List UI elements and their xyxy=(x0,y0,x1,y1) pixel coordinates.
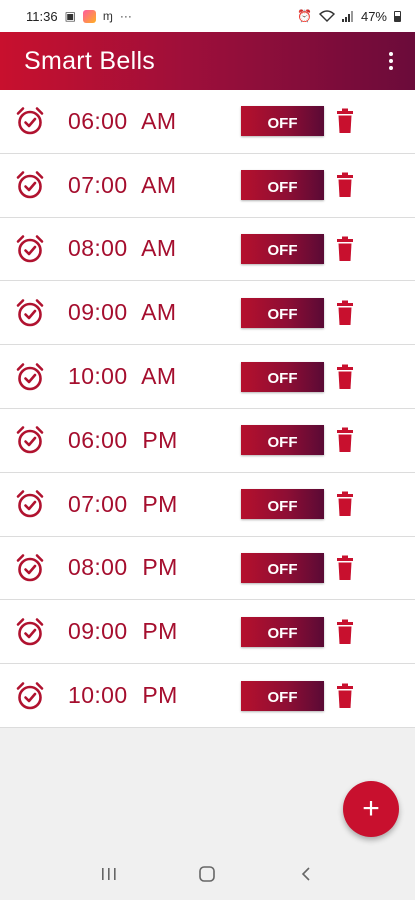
recent-apps-icon[interactable] xyxy=(89,859,129,889)
more-notifications-icon: ··· xyxy=(119,9,132,23)
alarm-toggle-button[interactable]: OFF xyxy=(241,616,324,647)
alarm-toggle-button[interactable]: OFF xyxy=(241,297,324,328)
alarm-period: AM xyxy=(141,299,177,326)
alarm-time[interactable]: 10:00 AM xyxy=(68,363,176,390)
system-nav-bar xyxy=(0,848,415,900)
alarm-period: AM xyxy=(141,363,177,390)
signal-icon xyxy=(341,10,353,22)
alarm-hour: 08:00 xyxy=(68,554,128,581)
alarm-hour: 06:00 xyxy=(68,107,128,134)
status-time: 11:36 xyxy=(26,8,58,24)
alarm-row[interactable]: 07:00 PM OFF xyxy=(0,473,415,537)
alarm-toggle-button[interactable]: OFF xyxy=(241,489,324,520)
alarm-clock-check-icon xyxy=(14,616,46,648)
alarm-hour: 07:00 xyxy=(68,490,128,517)
alarm-period: AM xyxy=(141,107,177,134)
alarm-toggle-button[interactable]: OFF xyxy=(241,425,324,456)
alarm-clock-check-icon xyxy=(14,680,46,712)
battery-percent: 47% xyxy=(360,8,387,24)
alarm-period: PM xyxy=(142,490,178,517)
app-bar: Smart Bells xyxy=(0,32,415,90)
alarm-clock-check-icon xyxy=(14,297,46,329)
alarm-toggle-button[interactable]: OFF xyxy=(241,170,324,201)
alarm-toggle-button[interactable]: OFF xyxy=(241,233,324,264)
alarm-time[interactable]: 08:00 AM xyxy=(68,235,176,262)
alarm-toggle-button[interactable]: OFF xyxy=(241,552,324,583)
app-title: Smart Bells xyxy=(24,46,156,75)
alarm-time[interactable]: 07:00 AM xyxy=(68,172,176,199)
alarm-clock-check-icon xyxy=(14,233,46,265)
alarm-clock-check-icon xyxy=(14,105,46,137)
back-icon[interactable] xyxy=(286,859,326,889)
alarm-period: PM xyxy=(142,554,178,581)
alarm-hour: 09:00 xyxy=(68,618,128,645)
alarm-clock-check-icon xyxy=(14,488,46,520)
alarm-hour: 07:00 xyxy=(68,171,128,198)
status-bar-left: 11:36 ▣ ɱ ··· xyxy=(26,9,132,24)
alarm-time[interactable]: 08:00 PM xyxy=(68,554,178,581)
alarm-list: 06:00 AM OFF 07:00 AM OFF 08:00 AM OFF 09:00 A… xyxy=(0,90,415,728)
alarm-hour: 08:00 xyxy=(68,235,128,262)
wifi-icon xyxy=(318,10,335,22)
alarm-toggle-button[interactable]: OFF xyxy=(241,106,324,137)
battery-icon xyxy=(394,10,401,22)
alarm-time[interactable]: 06:00 PM xyxy=(68,427,178,454)
status-bar-right: ⏰ 47% xyxy=(297,9,401,24)
alarm-period: AM xyxy=(141,235,177,262)
alarm-period: PM xyxy=(142,618,178,645)
alarm-row[interactable]: 06:00 PM OFF xyxy=(0,409,415,473)
alarm-time[interactable]: 10:00 PM xyxy=(68,682,178,709)
alarm-row[interactable]: 06:00 AM OFF xyxy=(0,90,415,154)
alarm-row[interactable]: 08:00 AM OFF xyxy=(0,218,415,282)
trash-icon[interactable] xyxy=(334,236,356,262)
alarm-row[interactable]: 07:00 AM OFF xyxy=(0,154,415,218)
alarm-clock-check-icon xyxy=(14,424,46,456)
alarm-row[interactable]: 08:00 PM OFF xyxy=(0,537,415,601)
alarm-row[interactable]: 09:00 AM OFF xyxy=(0,281,415,346)
trash-icon[interactable] xyxy=(334,108,356,134)
status-bar: 11:36 ▣ ɱ ··· ⏰ 47% xyxy=(0,0,415,32)
alarm-time[interactable]: 07:00 PM xyxy=(68,491,178,518)
alarm-hour: 09:00 xyxy=(68,299,128,326)
alarm-row[interactable]: 10:00 AM OFF xyxy=(0,345,415,409)
alarm-period: PM xyxy=(142,682,178,709)
trash-icon[interactable] xyxy=(334,619,356,645)
alarm-hour: 10:00 xyxy=(68,363,128,390)
m-notification-icon: ɱ xyxy=(102,9,113,23)
alarm-row[interactable]: 09:00 PM OFF xyxy=(0,600,415,665)
trash-icon[interactable] xyxy=(334,683,356,709)
alarm-time[interactable]: 09:00 PM xyxy=(68,618,178,645)
trash-icon[interactable] xyxy=(334,491,356,517)
alarm-toggle-button[interactable]: OFF xyxy=(241,361,324,392)
trash-icon[interactable] xyxy=(334,300,356,326)
alarm-period: AM xyxy=(141,171,177,198)
more-vertical-icon[interactable] xyxy=(381,48,401,74)
trash-icon[interactable] xyxy=(334,172,356,198)
alarm-status-icon: ⏰ xyxy=(297,9,312,23)
alarm-hour: 06:00 xyxy=(68,426,128,453)
alarm-toggle-button[interactable]: OFF xyxy=(241,680,324,711)
alarm-time[interactable]: 06:00 AM xyxy=(68,108,176,135)
alarm-clock-check-icon xyxy=(14,552,46,584)
home-icon[interactable] xyxy=(187,859,227,889)
trash-icon[interactable] xyxy=(334,427,356,453)
add-alarm-button[interactable]: + xyxy=(343,781,399,837)
alarm-time[interactable]: 09:00 AM xyxy=(68,299,176,326)
app-notification-icon xyxy=(82,9,96,23)
alarm-hour: 10:00 xyxy=(68,682,128,709)
alarm-clock-check-icon xyxy=(14,361,46,393)
alarm-period: PM xyxy=(142,426,178,453)
gallery-notification-icon: ▣ xyxy=(64,9,76,23)
trash-icon[interactable] xyxy=(334,364,356,390)
alarm-row[interactable]: 10:00 PM OFF xyxy=(0,664,415,728)
alarm-clock-check-icon xyxy=(14,169,46,201)
trash-icon[interactable] xyxy=(334,555,356,581)
